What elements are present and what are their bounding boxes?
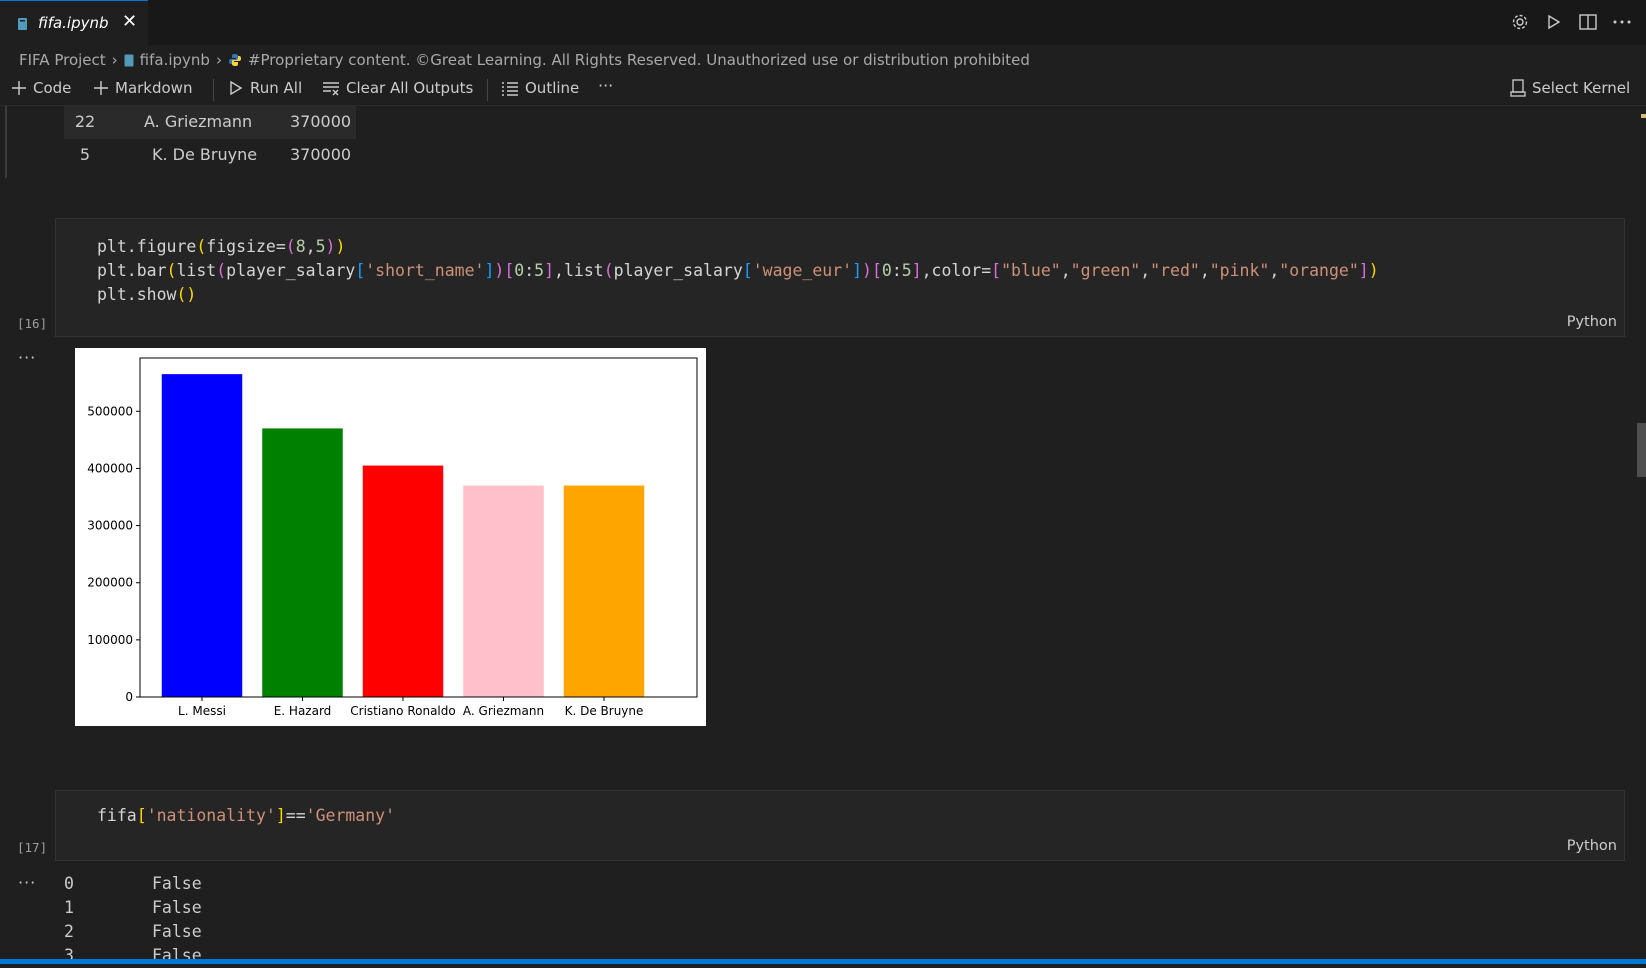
clear-all-outputs-button[interactable]: Clear All Outputs (322, 79, 473, 97)
toolbar-divider (213, 79, 214, 101)
breadcrumb-cell[interactable]: #Proprietary content. ©Great Learning. A… (248, 51, 1030, 69)
table-cell-index: 5 (79, 145, 91, 164)
python-icon (228, 53, 242, 67)
table-cell-wage: 370000 (290, 145, 352, 164)
plus-icon (94, 81, 108, 95)
series-value: False (152, 874, 202, 893)
x-tick-label: A. Griezmann (463, 704, 544, 718)
y-tick-label: 300000 (87, 519, 133, 533)
plus-icon (12, 81, 26, 95)
table-row: 22 A. Griezmann 370000 (64, 106, 356, 139)
outline-icon (502, 82, 518, 96)
output-more-icon[interactable]: ··· (18, 348, 36, 367)
tab-fifa-ipynb[interactable]: fifa.ipynb ✕ (0, 0, 148, 45)
x-tick-label: K. De Bruyne (565, 704, 644, 718)
select-kernel-label: Select Kernel (1532, 79, 1631, 97)
add-code-cell-button[interactable]: Code (11, 79, 71, 97)
chevron-right-icon: › (111, 51, 118, 69)
add-code-label: Code (33, 79, 72, 97)
cell-language-label[interactable]: Python (1567, 314, 1617, 330)
toolbar-more-button[interactable]: ··· (598, 76, 613, 95)
cell-status-bar (5, 106, 7, 178)
series-index: 1 (64, 898, 74, 917)
run-all-label: Run All (250, 79, 303, 97)
notebook-file-icon (124, 54, 134, 67)
gear-icon[interactable] (1510, 12, 1530, 32)
toolbar-divider (487, 79, 488, 101)
y-tick-label: 200000 (87, 576, 133, 590)
execution-count: [17] (17, 840, 48, 855)
code-cell-16[interactable]: plt.figure(figsize=(8,5)) plt.bar(list(pl… (55, 218, 1625, 337)
chevron-right-icon: › (215, 51, 222, 69)
x-tick-label: Cristiano Ronaldo (350, 704, 455, 718)
code-line-1: fifa['nationality']=='Germany' (97, 806, 396, 825)
execution-count: [16] (17, 316, 48, 331)
code-line-1: plt.figure(figsize=(8,5)) (97, 237, 346, 256)
y-tick-label: 100000 (87, 633, 133, 647)
run-all-button[interactable]: Run All (228, 79, 302, 97)
list-item: 1 False (64, 896, 264, 920)
breadcrumb-file[interactable]: fifa.ipynb (140, 51, 210, 69)
bar-a-griezmann (463, 485, 544, 697)
table-cell-name: A. Griezmann (144, 112, 253, 131)
bar-k-de-bruyne (563, 485, 645, 697)
code-line-2: plt.bar(list(player_salary['short_name']… (97, 261, 1379, 280)
list-item: 3 False (64, 944, 264, 968)
table-row: 5 K. De Bruyne 370000 (64, 139, 356, 172)
x-tick-label: L. Messi (178, 704, 226, 718)
y-tick-label: 400000 (87, 461, 133, 475)
output-more-icon[interactable]: ··· (18, 873, 36, 892)
select-kernel-button[interactable]: Select Kernel (1510, 79, 1630, 97)
tab-bar: fifa.ipynb ✕ (0, 0, 1646, 45)
series-value: False (152, 946, 202, 965)
series-value: False (152, 898, 202, 917)
overview-ruler-marker (1641, 114, 1646, 118)
y-tick-label: 0 (125, 690, 133, 704)
close-tab-icon[interactable]: ✕ (122, 11, 137, 32)
clear-all-outputs-label: Clear All Outputs (346, 79, 474, 97)
run-icon[interactable] (1544, 12, 1564, 32)
notebook-toolbar: Code Markdown Run All Clear All Outputs … (0, 75, 1646, 106)
notebook-file-icon (17, 16, 28, 35)
table-cell-index: 22 (74, 112, 96, 131)
bar-chart-output: L. Messi E. Hazard Cristiano Ronaldo A. Gri… (75, 348, 706, 726)
vertical-scrollbar-thumb[interactable] (1637, 423, 1646, 477)
series-index: 2 (64, 922, 74, 941)
split-editor-icon[interactable] (1578, 12, 1598, 32)
bar-e-hazard (262, 428, 343, 697)
table-cell-wage: 370000 (290, 112, 352, 131)
x-tick-label: E. Hazard (274, 704, 332, 718)
cell-language-label[interactable]: Python (1567, 838, 1617, 854)
bar-l-messi (161, 374, 243, 697)
series-index: 3 (64, 946, 74, 965)
more-actions-icon[interactable] (1612, 12, 1632, 32)
bar-chart: L. Messi E. Hazard Cristiano Ronaldo A. Gri… (87, 357, 698, 718)
outline-button[interactable]: Outline (501, 79, 579, 97)
code-editor[interactable]: fifa['nationality']=='Germany' (97, 804, 395, 828)
breadcrumb: FIFA Project › fifa.ipynb › #Proprietary… (19, 49, 1030, 71)
salary-table-output: 22 A. Griezmann 370000 5 K. De Bruyne 37… (64, 106, 356, 172)
code-editor[interactable]: plt.figure(figsize=(8,5)) plt.bar(list(pl… (97, 235, 1379, 307)
breadcrumb-project[interactable]: FIFA Project (19, 51, 106, 69)
tab-label: fifa.ipynb (38, 14, 109, 32)
code-line-3: plt.show() (97, 285, 197, 304)
list-item: 2 False (64, 920, 264, 944)
kernel-icon (1510, 79, 1526, 97)
add-markdown-cell-button[interactable]: Markdown (93, 79, 192, 97)
editor-actions (1510, 12, 1632, 32)
list-item: 0 False (64, 872, 264, 896)
series-output: 0 False 1 False 2 False 3 False (64, 872, 264, 968)
status-bar (0, 959, 1646, 964)
add-markdown-label: Markdown (115, 79, 193, 97)
bar-cristiano-ronaldo (362, 465, 444, 697)
code-cell-17[interactable]: fifa['nationality']=='Germany' Python (55, 790, 1625, 861)
run-all-icon (230, 80, 243, 96)
outline-label: Outline (525, 79, 580, 97)
clear-outputs-icon (323, 82, 339, 96)
y-tick-label: 500000 (87, 404, 133, 418)
series-value: False (152, 922, 202, 941)
series-index: 0 (64, 874, 74, 893)
table-cell-name: K. De Bruyne (152, 145, 258, 164)
